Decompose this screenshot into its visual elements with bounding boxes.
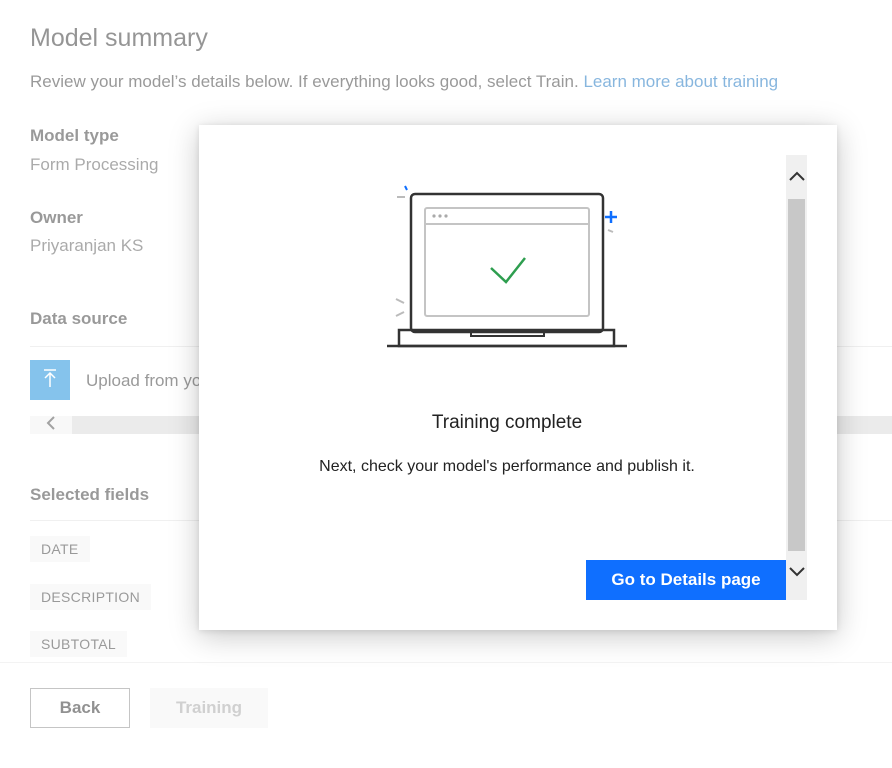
dialog-title: Training complete xyxy=(431,412,583,433)
training-complete-dialog: Training complete Next, check your model… xyxy=(199,125,837,630)
chevron-down-icon xyxy=(788,564,805,582)
dialog-message: Next, check your model's performance and… xyxy=(319,458,695,475)
scroll-down-button[interactable] xyxy=(786,559,807,587)
chevron-up-icon xyxy=(788,168,805,186)
go-to-details-button[interactable]: Go to Details page xyxy=(586,560,786,600)
scroll-thumb[interactable] xyxy=(788,199,805,551)
scroll-up-button[interactable] xyxy=(786,155,807,199)
laptop-check-icon xyxy=(384,180,629,355)
dialog-vertical-scrollbar[interactable] xyxy=(786,155,807,600)
